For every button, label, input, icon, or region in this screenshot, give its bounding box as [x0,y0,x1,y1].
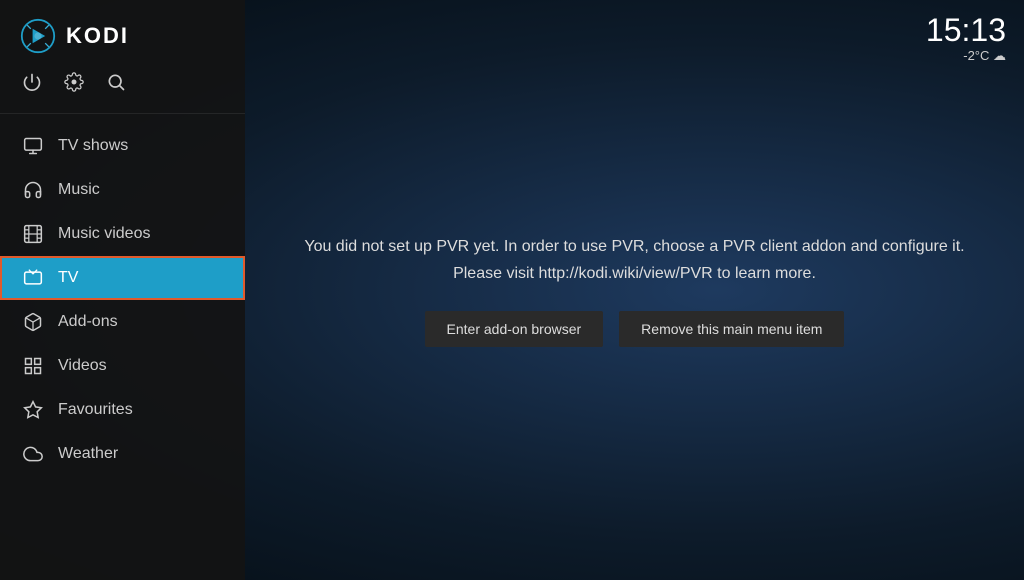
clock-area: 15:13 -2°C ☁ [926,14,1006,64]
sidebar-item-tv[interactable]: TV [0,256,245,300]
sidebar-item-label: Videos [58,357,107,375]
power-icon[interactable] [22,72,42,97]
kodi-logo-icon [20,18,56,54]
pvr-message-line2: Please visit http://kodi.wiki/view/PVR t… [453,265,816,282]
sidebar-item-weather[interactable]: Weather [0,432,245,476]
nav-menu: TV shows Music Music videos TV [0,120,245,580]
star-icon [22,399,44,421]
settings-icon[interactable] [64,72,84,97]
sidebar-item-tv-shows[interactable]: TV shows [0,124,245,168]
clock-time: 15:13 [926,14,1006,46]
sidebar-item-favourites[interactable]: Favourites [0,388,245,432]
sidebar-item-music-videos[interactable]: Music videos [0,212,245,256]
sidebar-item-label: Weather [58,445,118,463]
sidebar: KODI TV shows [0,0,245,580]
package-icon [22,311,44,333]
sidebar-item-label: Favourites [58,401,133,419]
logo-area: KODI [0,0,245,64]
film-icon [22,223,44,245]
remove-menu-item-button[interactable]: Remove this main menu item [619,311,844,347]
sidebar-divider [0,113,245,114]
sidebar-item-add-ons[interactable]: Add-ons [0,300,245,344]
headphones-icon [22,179,44,201]
sidebar-item-music[interactable]: Music [0,168,245,212]
monitor-icon [22,135,44,157]
pvr-message-line1: You did not set up PVR yet. In order to … [304,238,964,255]
app-title: KODI [66,23,129,49]
clock-weather: -2°C ☁ [926,48,1006,64]
sidebar-item-videos[interactable]: Videos [0,344,245,388]
enter-addon-browser-button[interactable]: Enter add-on browser [425,311,604,347]
search-icon[interactable] [106,72,126,97]
sidebar-item-label: TV shows [58,137,128,155]
grid-icon [22,355,44,377]
sidebar-item-label: TV [58,269,78,287]
pvr-message: You did not set up PVR yet. In order to … [304,233,964,287]
main-content: You did not set up PVR yet. In order to … [245,0,1024,580]
sidebar-item-label: Music [58,181,100,199]
pvr-buttons: Enter add-on browser Remove this main me… [425,311,845,347]
toolbar [0,64,245,113]
tv-icon [22,267,44,289]
sidebar-item-label: Add-ons [58,313,118,331]
app-container: KODI TV shows [0,0,1024,580]
cloud-icon [22,443,44,465]
sidebar-item-label: Music videos [58,225,150,243]
